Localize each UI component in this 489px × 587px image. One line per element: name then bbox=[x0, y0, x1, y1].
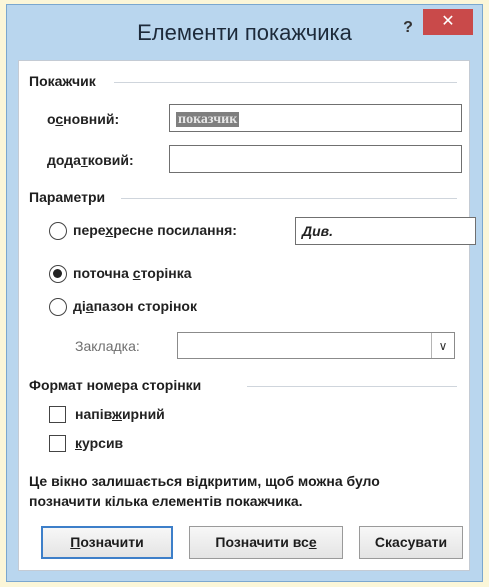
mark-button[interactable]: Позначити bbox=[41, 526, 173, 559]
close-button[interactable]: ✕ bbox=[423, 9, 473, 35]
dialog-body: Покажчик основний: показчик додатковий: … bbox=[18, 60, 476, 571]
radio-selected-dot bbox=[53, 269, 62, 278]
chevron-down-icon[interactable]: ∨ bbox=[431, 333, 454, 358]
info-note-line-1: Це вікно залишається відкритим, щоб можн… bbox=[29, 473, 380, 489]
bold-label: напівжирний bbox=[75, 406, 165, 422]
main-entry-value: показчик bbox=[176, 112, 240, 127]
cross-reference-label: перехресне посилання: bbox=[73, 222, 237, 238]
bookmark-select[interactable]: ∨ bbox=[177, 332, 455, 359]
page-range-label: діапазон сторінок bbox=[73, 298, 197, 314]
cross-reference-radio[interactable] bbox=[49, 222, 67, 240]
info-note: Це вікно залишається відкритим, щоб можн… bbox=[29, 471, 380, 511]
current-page-label: поточна сторінка bbox=[73, 265, 192, 281]
subentry-label: додатковий: bbox=[47, 152, 134, 168]
cross-reference-input[interactable]: Див. bbox=[295, 217, 476, 245]
bold-checkbox[interactable] bbox=[49, 406, 66, 423]
main-entry-input[interactable]: показчик bbox=[169, 104, 462, 132]
close-icon: ✕ bbox=[441, 13, 455, 30]
italic-checkbox[interactable] bbox=[49, 435, 66, 452]
help-button[interactable]: ? bbox=[395, 15, 421, 41]
current-page-radio[interactable] bbox=[49, 265, 67, 283]
options-section-title: Параметри bbox=[29, 189, 106, 205]
page-range-radio[interactable] bbox=[49, 298, 67, 316]
main-entry-label: основний: bbox=[47, 111, 120, 127]
page-format-section-divider bbox=[247, 386, 457, 387]
index-entries-dialog: Елементи покажчика ? ✕ Покажчик основний… bbox=[6, 4, 483, 582]
options-section-divider bbox=[121, 198, 457, 199]
bookmark-label: Закладка: bbox=[75, 338, 140, 354]
index-section-divider bbox=[114, 82, 457, 83]
title-bar: Елементи покажчика ? ✕ bbox=[7, 5, 482, 59]
page-format-section-title: Формат номера сторінки bbox=[29, 377, 202, 393]
mark-all-button[interactable]: Позначити все bbox=[189, 526, 343, 559]
cancel-button[interactable]: Скасувати bbox=[359, 526, 463, 559]
index-section-title: Покажчик bbox=[29, 73, 96, 89]
subentry-input[interactable] bbox=[169, 145, 462, 173]
info-note-line-2: позначити кілька елементів покажчика. bbox=[29, 493, 303, 509]
italic-label: курсив bbox=[75, 435, 124, 451]
